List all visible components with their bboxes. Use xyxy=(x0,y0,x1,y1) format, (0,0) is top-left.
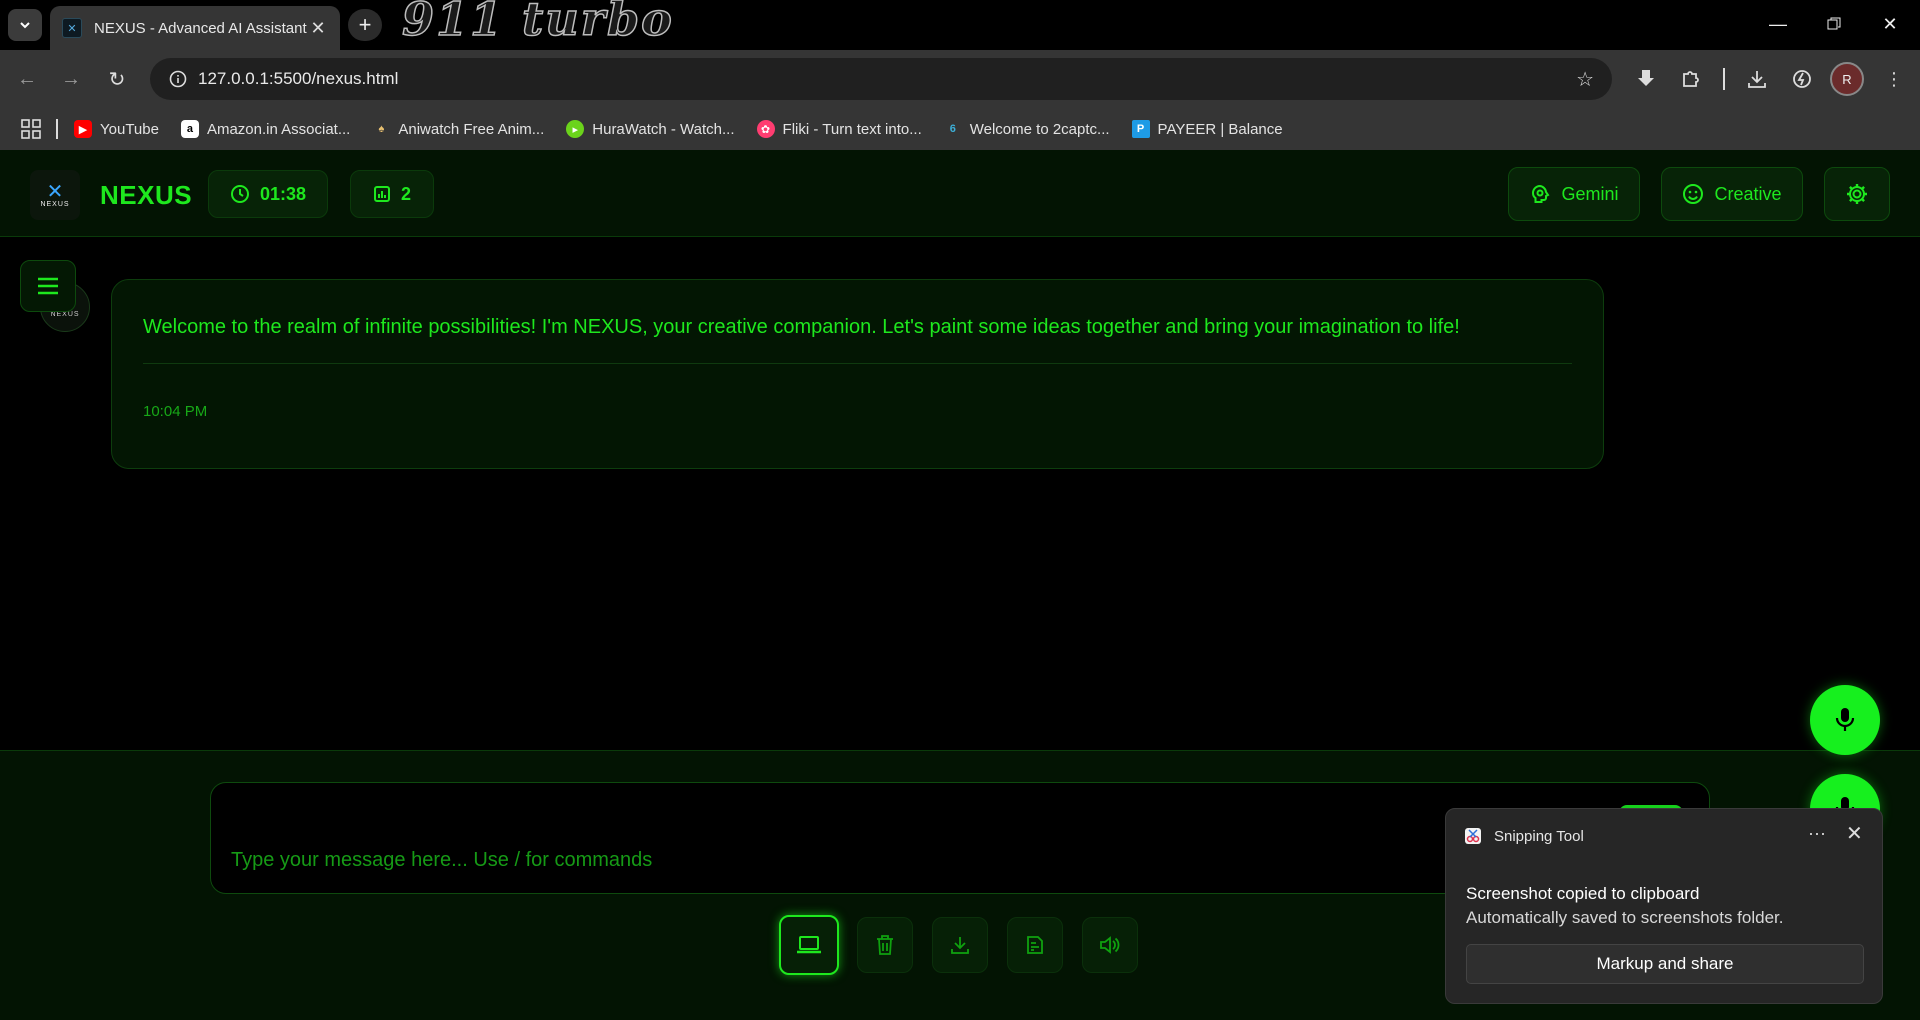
bookmark-label: Fliki - Turn text into... xyxy=(782,120,922,138)
bookmark-label: YouTube xyxy=(100,120,159,138)
bookmark-label: HuraWatch - Watch... xyxy=(592,120,735,138)
tab-close-icon[interactable]: ✕ xyxy=(308,18,328,39)
bookmark-fliki[interactable]: ✿ Fliki - Turn text into... xyxy=(756,120,922,138)
voice-output-button[interactable] xyxy=(1082,917,1138,973)
minimize-icon[interactable]: — xyxy=(1750,0,1806,48)
extensions-puzzle-icon[interactable] xyxy=(1678,66,1704,92)
forward-icon[interactable]: → xyxy=(56,64,86,94)
download-icon xyxy=(951,937,969,954)
toast-title: Screenshot copied to clipboard xyxy=(1466,884,1700,903)
browser-menu-icon[interactable]: ⋮ xyxy=(1881,66,1907,92)
export-icon xyxy=(1027,936,1043,954)
nexus-favicon-icon: ✕ xyxy=(62,18,82,38)
speaker-icon xyxy=(1100,936,1120,954)
mode-label: Creative xyxy=(1714,183,1782,204)
message-count: 2 xyxy=(350,170,434,218)
bookmark-label: PAYEER | Balance xyxy=(1157,120,1283,138)
bookmark-payeer[interactable]: P PAYEER | Balance xyxy=(1131,120,1283,138)
microphone-icon xyxy=(1835,708,1855,731)
aniwatch-icon: ♠ xyxy=(378,123,385,135)
extension-download-icon[interactable] xyxy=(1633,66,1659,92)
browser-theme-logo: 911 turbo xyxy=(401,0,674,47)
close-icon[interactable]: ✕ xyxy=(1846,821,1863,846)
model-button[interactable]: Gemini xyxy=(1508,167,1640,221)
nexus-x-icon: ✕ xyxy=(46,180,64,203)
fliki-icon: ✿ xyxy=(756,120,775,138)
browser-tab-active[interactable]: ✕ NEXUS - Advanced AI Assistant ✕ xyxy=(50,6,340,50)
chevron-down-icon xyxy=(20,22,30,29)
app-header: ✕ NEXUS NEXUS 01:38 2 Gemini Creative xyxy=(0,150,1920,237)
trash-icon xyxy=(877,935,893,955)
snipping-tool-notification: Snipping Tool ··· ✕ Screenshot copied to… xyxy=(1445,808,1883,1004)
bookmark-label: Aniwatch Free Anim... xyxy=(398,120,545,138)
assistant-message: Welcome to the realm of infinite possibi… xyxy=(111,279,1604,469)
site-info-icon[interactable] xyxy=(158,70,198,88)
youtube-icon: ▶ xyxy=(74,120,92,138)
markup-and-share-button[interactable]: Markup and share xyxy=(1466,944,1864,984)
apps-grid-icon[interactable] xyxy=(20,118,42,140)
bookmark-label: Welcome to 2captc... xyxy=(969,120,1110,138)
back-icon[interactable]: ← xyxy=(12,64,42,94)
bookmark-2captcha[interactable]: 6 Welcome to 2captc... xyxy=(944,120,1110,138)
screen-share-button[interactable] xyxy=(779,915,839,975)
bookmark-youtube[interactable]: ▶ YouTube xyxy=(74,120,159,138)
stats-icon xyxy=(373,186,390,202)
voice-input-button[interactable] xyxy=(1810,685,1880,755)
tab-search-button[interactable] xyxy=(8,9,42,41)
smile-icon xyxy=(1683,184,1704,204)
window-close-icon[interactable]: ✕ xyxy=(1862,0,1918,48)
snipping-tool-icon xyxy=(1465,828,1481,844)
address-bar[interactable]: 127.0.0.1:5500/nexus.html ☆ xyxy=(150,58,1612,100)
browser-tabbar: ✕ NEXUS - Advanced AI Assistant ✕ + 911 … xyxy=(0,0,1920,50)
export-button[interactable] xyxy=(1007,917,1063,973)
tab-title: NEXUS - Advanced AI Assistant xyxy=(94,19,307,37)
clock-icon xyxy=(230,185,249,203)
session-timer: 01:38 xyxy=(208,170,328,218)
bookmark-star-icon[interactable]: ☆ xyxy=(1576,67,1594,92)
brain-icon xyxy=(1532,184,1550,203)
settings-button[interactable] xyxy=(1824,167,1890,221)
new-tab-button[interactable]: + xyxy=(348,9,382,41)
bookmark-amazon[interactable]: a Amazon.in Associat... xyxy=(180,120,351,138)
message-divider xyxy=(143,363,1572,364)
browser-toolbar: ← → ↻ 127.0.0.1:5500/nexus.html ☆ R ⋮ xyxy=(0,50,1920,108)
restore-icon[interactable] xyxy=(1806,0,1862,48)
message-time: 10:04 PM xyxy=(143,403,208,420)
hamburger-icon xyxy=(38,277,58,295)
reload-icon[interactable]: ↻ xyxy=(102,64,132,94)
toast-body: Automatically saved to screenshots folde… xyxy=(1466,908,1784,927)
laptop-icon xyxy=(797,936,821,954)
bookmark-hurawatch[interactable]: ▸ HuraWatch - Watch... xyxy=(566,120,735,138)
count-value: 2 xyxy=(400,183,411,204)
toolbar-divider xyxy=(1723,68,1725,90)
toast-app-name: Snipping Tool xyxy=(1494,827,1584,845)
bookmark-divider xyxy=(56,119,58,139)
download-chat-button[interactable] xyxy=(932,917,988,973)
nexus-logo: ✕ NEXUS xyxy=(30,170,80,220)
model-label: Gemini xyxy=(1561,183,1619,204)
hurawatch-icon: ▸ xyxy=(566,120,585,138)
bookmarks-bar: ▶ YouTube a Amazon.in Associat... ♠ Aniwatc… xyxy=(0,108,1920,150)
downloads-icon[interactable] xyxy=(1744,66,1770,92)
2captcha-icon: 6 xyxy=(949,123,956,135)
performance-icon[interactable] xyxy=(1789,66,1815,92)
url-text: 127.0.0.1:5500/nexus.html xyxy=(198,69,399,88)
screen: ✕ NEXUS - Advanced AI Assistant ✕ + 911 … xyxy=(0,0,1920,1020)
amazon-icon: a xyxy=(180,120,199,138)
payeer-icon: P xyxy=(1131,120,1150,138)
bookmark-label: Amazon.in Associat... xyxy=(206,120,351,138)
message-input[interactable] xyxy=(231,845,1231,875)
menu-button[interactable] xyxy=(20,260,76,312)
timer-value: 01:38 xyxy=(259,183,307,204)
message-text: Welcome to the realm of infinite possibi… xyxy=(143,316,1460,338)
mode-button[interactable]: Creative xyxy=(1661,167,1803,221)
clear-chat-button[interactable] xyxy=(857,917,913,973)
logo-text: NEXUS xyxy=(40,200,70,208)
bookmark-aniwatch[interactable]: ♠ Aniwatch Free Anim... xyxy=(372,120,544,138)
gear-icon xyxy=(1847,184,1867,204)
brand-name: NEXUS xyxy=(100,180,193,210)
more-options-icon[interactable]: ··· xyxy=(1808,823,1826,844)
profile-avatar[interactable]: R xyxy=(1830,62,1864,96)
toast-header: Snipping Tool xyxy=(1464,827,1584,845)
